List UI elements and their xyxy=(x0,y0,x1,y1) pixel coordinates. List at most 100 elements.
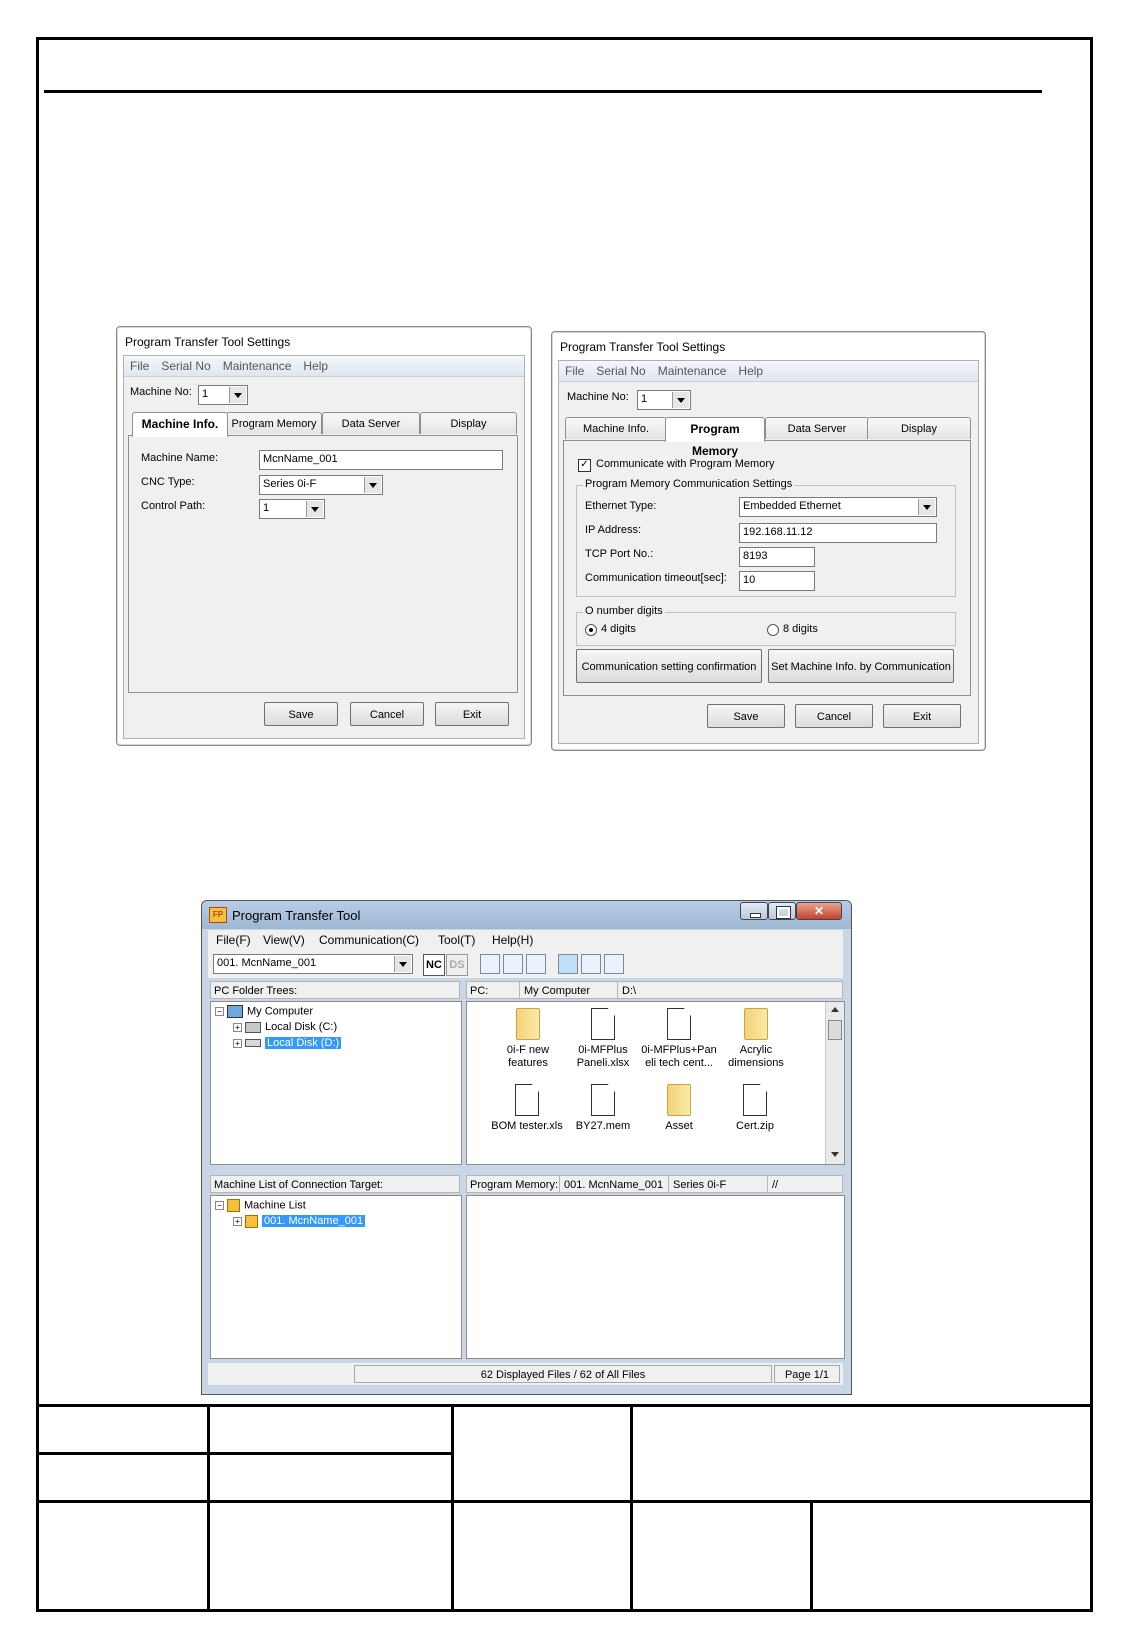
menu-communication[interactable]: Communication(C) xyxy=(319,933,419,947)
file-item[interactable]: 0i-MFPlus Paneli.xlsx xyxy=(565,1008,641,1070)
timeout-field[interactable]: 10 xyxy=(739,571,815,591)
menu-help[interactable]: Help xyxy=(297,356,334,373)
ethernet-type-combo[interactable]: Embedded Ethernet xyxy=(739,497,937,517)
chevron-down-icon[interactable] xyxy=(918,499,935,515)
title-block-col1 xyxy=(207,1404,210,1612)
list-view-icon-2[interactable] xyxy=(581,954,601,974)
dialog-body: File Serial No Maintenance Help Machine No:… xyxy=(123,355,525,739)
machine-select-combo[interactable]: 001. McnName_001 xyxy=(213,954,413,974)
details-view-icon[interactable] xyxy=(526,954,546,974)
tab-data-server[interactable]: Data Server xyxy=(765,417,869,439)
machine-no-combo[interactable]: 1 xyxy=(637,390,691,410)
menu-serial-no[interactable]: Serial No xyxy=(155,356,216,373)
collapse-icon[interactable]: − xyxy=(215,1201,224,1210)
exit-button[interactable]: Exit xyxy=(435,702,509,726)
collapse-icon[interactable]: − xyxy=(215,1007,224,1016)
menu-tool[interactable]: Tool(T) xyxy=(438,933,475,947)
file-item[interactable]: 0i-F new features xyxy=(493,1008,563,1070)
scroll-down-icon[interactable] xyxy=(831,1152,839,1157)
window-title-bar[interactable]: FP Program Transfer Tool ✕ xyxy=(202,901,851,929)
cancel-button[interactable]: Cancel xyxy=(350,702,424,726)
expand-icon[interactable]: + xyxy=(233,1217,242,1226)
tree-machine-list[interactable]: − Machine List xyxy=(215,1199,306,1212)
ds-button[interactable]: DS xyxy=(446,954,468,976)
tab-machine-info[interactable]: Machine Info. xyxy=(565,417,667,439)
tree-machine-item[interactable]: +001. McnName_001 xyxy=(233,1215,366,1228)
file-item[interactable]: BY27.mem xyxy=(567,1084,639,1133)
tab-machine-info[interactable]: Machine Info. xyxy=(132,412,228,437)
machine-no-combo[interactable]: 1 xyxy=(198,385,248,405)
expand-icon[interactable]: + xyxy=(233,1038,242,1048)
chevron-down-icon[interactable] xyxy=(229,387,246,403)
chevron-down-icon[interactable] xyxy=(364,477,381,493)
file-item[interactable]: Asset xyxy=(645,1084,713,1133)
cnc-type-combo[interactable]: Series 0i-F xyxy=(259,475,383,495)
tab-display[interactable]: Display xyxy=(420,412,517,434)
save-button[interactable]: Save xyxy=(264,702,338,726)
details-view-icon-2[interactable] xyxy=(604,954,624,974)
program-memory-path: // xyxy=(767,1176,778,1192)
tcp-port-field[interactable]: 8193 xyxy=(739,547,815,567)
list-view-icon[interactable] xyxy=(503,954,523,974)
document-icon xyxy=(591,1008,615,1040)
comm-confirm-button[interactable]: Communication setting confirmation xyxy=(576,649,762,683)
program-memory-series: Series 0i-F xyxy=(668,1176,726,1192)
document-icon xyxy=(667,1008,691,1040)
menu-file[interactable]: File(F) xyxy=(216,933,251,947)
machine-list-pane[interactable]: − Machine List +001. McnName_001 xyxy=(210,1195,462,1359)
menu-bar: File Serial No Maintenance Help xyxy=(124,356,524,377)
menu-serial-no[interactable]: Serial No xyxy=(590,361,651,378)
close-button[interactable]: ✕ xyxy=(796,902,842,920)
file-item[interactable]: Cert.zip xyxy=(721,1084,789,1133)
tab-data-server[interactable]: Data Server xyxy=(322,412,420,434)
vertical-scrollbar[interactable] xyxy=(825,1002,844,1164)
tab-display[interactable]: Display xyxy=(867,417,971,439)
menu-maintenance[interactable]: Maintenance xyxy=(217,356,298,373)
radio-8-digits[interactable] xyxy=(767,624,779,636)
menu-bar: File Serial No Maintenance Help xyxy=(559,361,978,382)
minimize-button[interactable] xyxy=(740,902,768,920)
tab-program-memory[interactable]: Program Memory xyxy=(665,417,765,458)
scroll-up-icon[interactable] xyxy=(831,1007,839,1012)
machine-name-field[interactable]: McnName_001 xyxy=(259,450,503,470)
scroll-thumb[interactable] xyxy=(828,1020,842,1040)
communicate-checkbox[interactable]: ✓ xyxy=(578,459,591,472)
file-item[interactable]: Acrylic dimensions xyxy=(719,1008,793,1070)
drive-icon xyxy=(245,1039,261,1048)
menu-file[interactable]: File xyxy=(124,356,155,373)
set-machine-info-button[interactable]: Set Machine Info. by Communication xyxy=(768,649,954,683)
tree-local-disk-c[interactable]: + Local Disk (C:) xyxy=(233,1021,337,1033)
chevron-down-icon[interactable] xyxy=(394,956,411,972)
expand-icon[interactable]: + xyxy=(233,1022,242,1032)
save-button[interactable]: Save xyxy=(707,704,785,728)
chevron-down-icon[interactable] xyxy=(672,392,689,408)
cancel-button[interactable]: Cancel xyxy=(795,704,873,728)
header-rule xyxy=(44,90,1042,93)
file-item[interactable]: 0i-MFPlus+Pan eli tech cent... xyxy=(639,1008,719,1070)
chevron-down-icon[interactable] xyxy=(306,501,323,517)
menu-file[interactable]: File xyxy=(559,361,590,378)
program-memory-pane[interactable] xyxy=(466,1195,845,1359)
menu-view[interactable]: View(V) xyxy=(263,933,305,947)
maximize-button[interactable] xyxy=(768,902,796,920)
ip-address-field[interactable]: 192.168.11.12 xyxy=(739,523,937,543)
tab-program-memory[interactable]: Program Memory xyxy=(226,412,322,434)
file-name: 0i-MFPlus Paneli.xlsx xyxy=(576,1044,630,1069)
radio-4-digits[interactable] xyxy=(585,624,597,636)
pc-folder-tree-pane[interactable]: − My Computer + Local Disk (C:) + Local Dis… xyxy=(210,1001,462,1165)
large-icons-view-icon[interactable] xyxy=(480,954,500,974)
file-item[interactable]: BOM tester.xls xyxy=(487,1084,567,1133)
tree-local-disk-d[interactable]: + Local Disk (D:) xyxy=(233,1037,342,1049)
nc-button[interactable]: NC xyxy=(423,954,445,976)
menu-help[interactable]: Help xyxy=(732,361,769,378)
exit-button[interactable]: Exit xyxy=(883,704,961,728)
o-number-digits-group: O number digits 4 digits 8 digits xyxy=(576,605,956,646)
pc-label: PC: xyxy=(470,985,489,997)
pc-file-list-pane[interactable]: 0i-F new features 0i-MFPlus Paneli.xlsx … xyxy=(466,1001,845,1165)
control-path-combo[interactable]: 1 xyxy=(259,499,325,519)
large-icons-view-icon-2[interactable] xyxy=(558,954,578,974)
menu-help[interactable]: Help(H) xyxy=(492,933,533,947)
tree-machine-item-label: 001. McnName_001 xyxy=(262,1215,366,1228)
tree-my-computer[interactable]: − My Computer xyxy=(215,1005,313,1018)
menu-maintenance[interactable]: Maintenance xyxy=(652,361,733,378)
